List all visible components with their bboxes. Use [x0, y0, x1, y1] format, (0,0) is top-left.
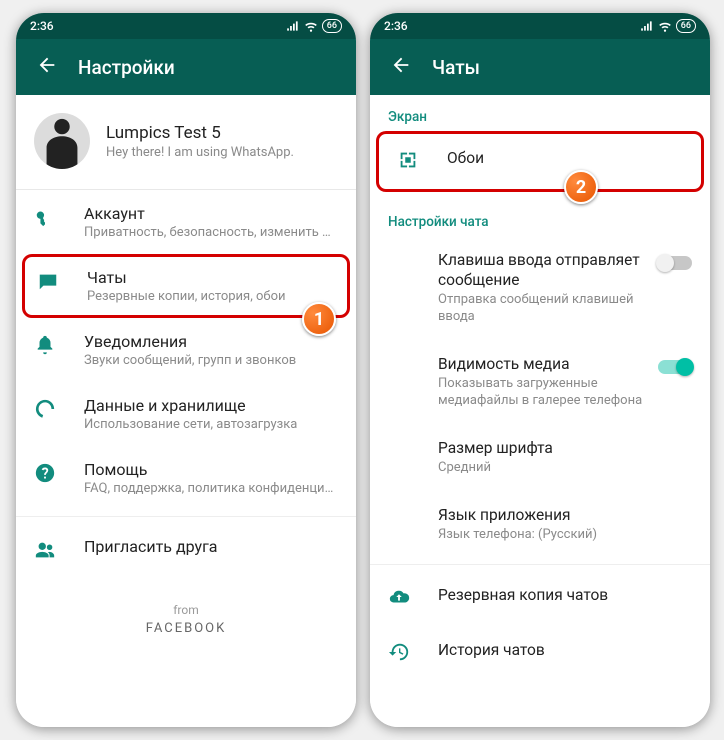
item-enter-key[interactable]: Клавиша ввода отправляет сообщение Отпра… — [370, 236, 710, 340]
item-label: Аккаунт — [84, 204, 338, 223]
toggle-enter-key[interactable] — [658, 256, 692, 270]
section-chat-settings: Настройки чата — [370, 192, 710, 236]
settings-item-chats[interactable]: Чаты Резервные копии, история, обои — [22, 254, 350, 318]
item-label: Помощь — [84, 460, 338, 479]
item-sub: Средний — [438, 460, 692, 477]
phone-settings: 2:36 66 Настройки Lumpics Test 5 Hey the… — [16, 13, 356, 727]
app-bar: Чаты — [370, 39, 710, 95]
page-title: Настройки — [78, 56, 175, 79]
item-label: Язык приложения — [438, 505, 692, 525]
person-silhouette-icon — [38, 115, 86, 169]
key-icon — [34, 206, 58, 230]
item-chat-history[interactable]: История чатов — [370, 626, 710, 681]
footer-from: from — [16, 603, 356, 617]
divider — [370, 564, 710, 565]
status-icons: 66 — [640, 19, 696, 33]
status-bar: 2:36 66 — [370, 13, 710, 39]
item-sub: FAQ, поддержка, политика конфиденциальн.… — [84, 481, 338, 496]
step-badge-1: 1 — [302, 302, 336, 336]
settings-item-account[interactable]: Аккаунт Приватность, безопасность, измен… — [16, 190, 356, 254]
battery-icon: 66 — [676, 19, 696, 33]
item-label: Видимость медиа — [438, 354, 650, 374]
back-button[interactable] — [28, 46, 66, 88]
item-chat-backup[interactable]: Резервная копия чатов — [370, 571, 710, 626]
footer-facebook: FACEBOOK — [16, 621, 356, 636]
item-sub: Показывать загруженные медиафайлы в гале… — [438, 376, 650, 410]
item-label: Данные и хранилище — [84, 396, 338, 415]
settings-item-help[interactable]: Помощь FAQ, поддержка, политика конфиден… — [16, 446, 356, 510]
profile-row[interactable]: Lumpics Test 5 Hey there! I am using Wha… — [16, 95, 356, 190]
item-label: Уведомления — [84, 332, 338, 351]
wifi-icon — [304, 19, 318, 33]
item-label: Пригласить друга — [84, 537, 338, 556]
item-label: Клавиша ввода отправляет сообщение — [438, 250, 650, 290]
signal-icon — [640, 19, 654, 33]
battery-icon: 66 — [322, 19, 342, 33]
settings-list: Lumpics Test 5 Hey there! I am using Wha… — [16, 95, 356, 727]
item-media-visibility[interactable]: Видимость медиа Показывать загруженные м… — [370, 340, 710, 424]
avatar — [34, 113, 90, 169]
wallpaper-icon — [397, 149, 421, 175]
item-label: Чаты — [87, 268, 335, 287]
item-sub: Отправка сообщений клавишей ввода — [438, 292, 650, 326]
item-wallpaper[interactable]: Обои — [376, 131, 704, 192]
item-font-size[interactable]: Размер шрифта Средний — [370, 424, 710, 491]
profile-status: Hey there! I am using WhatsApp. — [106, 145, 338, 160]
item-label: Резервная копия чатов — [438, 585, 692, 605]
wifi-icon — [658, 19, 672, 33]
status-time: 2:36 — [30, 19, 54, 33]
data-usage-icon — [34, 398, 58, 422]
cloud-upload-icon — [388, 586, 412, 612]
footer: from FACEBOOK — [16, 577, 356, 636]
item-label: Обои — [447, 148, 683, 168]
help-icon — [34, 462, 58, 486]
step-badge-2: 2 — [564, 170, 598, 204]
chat-icon — [37, 270, 61, 294]
phone-chats: 2:36 66 Чаты Экран Обои Настройки чата К… — [370, 13, 710, 727]
item-sub: Использование сети, автозагрузка — [84, 417, 338, 432]
people-icon — [34, 539, 58, 563]
section-screen: Экран — [370, 95, 710, 131]
chats-settings-list: Экран Обои Настройки чата Клавиша ввода … — [370, 95, 710, 727]
item-sub: Звуки сообщений, групп и звонков — [84, 353, 338, 368]
arrow-left-icon — [390, 54, 412, 76]
item-sub: Язык телефона: (Русский) — [438, 527, 692, 544]
item-sub: Приватность, безопасность, изменить номе… — [84, 225, 338, 240]
arrow-left-icon — [36, 54, 58, 76]
bell-icon — [34, 334, 58, 358]
back-button[interactable] — [382, 46, 420, 88]
item-sub: Резервные копии, история, обои — [87, 289, 335, 304]
history-icon — [388, 641, 412, 667]
status-icons: 66 — [286, 19, 342, 33]
item-app-language[interactable]: Язык приложения Язык телефона: (Русский) — [370, 491, 710, 558]
settings-item-invite[interactable]: Пригласить друга — [16, 523, 356, 577]
signal-icon — [286, 19, 300, 33]
item-label: История чатов — [438, 640, 692, 660]
divider — [16, 516, 356, 517]
toggle-media-visibility[interactable] — [658, 360, 692, 374]
app-bar: Настройки — [16, 39, 356, 95]
status-time: 2:36 — [384, 19, 408, 33]
status-bar: 2:36 66 — [16, 13, 356, 39]
item-label: Размер шрифта — [438, 438, 692, 458]
settings-item-data[interactable]: Данные и хранилище Использование сети, а… — [16, 382, 356, 446]
profile-name: Lumpics Test 5 — [106, 123, 338, 143]
page-title: Чаты — [432, 56, 480, 79]
